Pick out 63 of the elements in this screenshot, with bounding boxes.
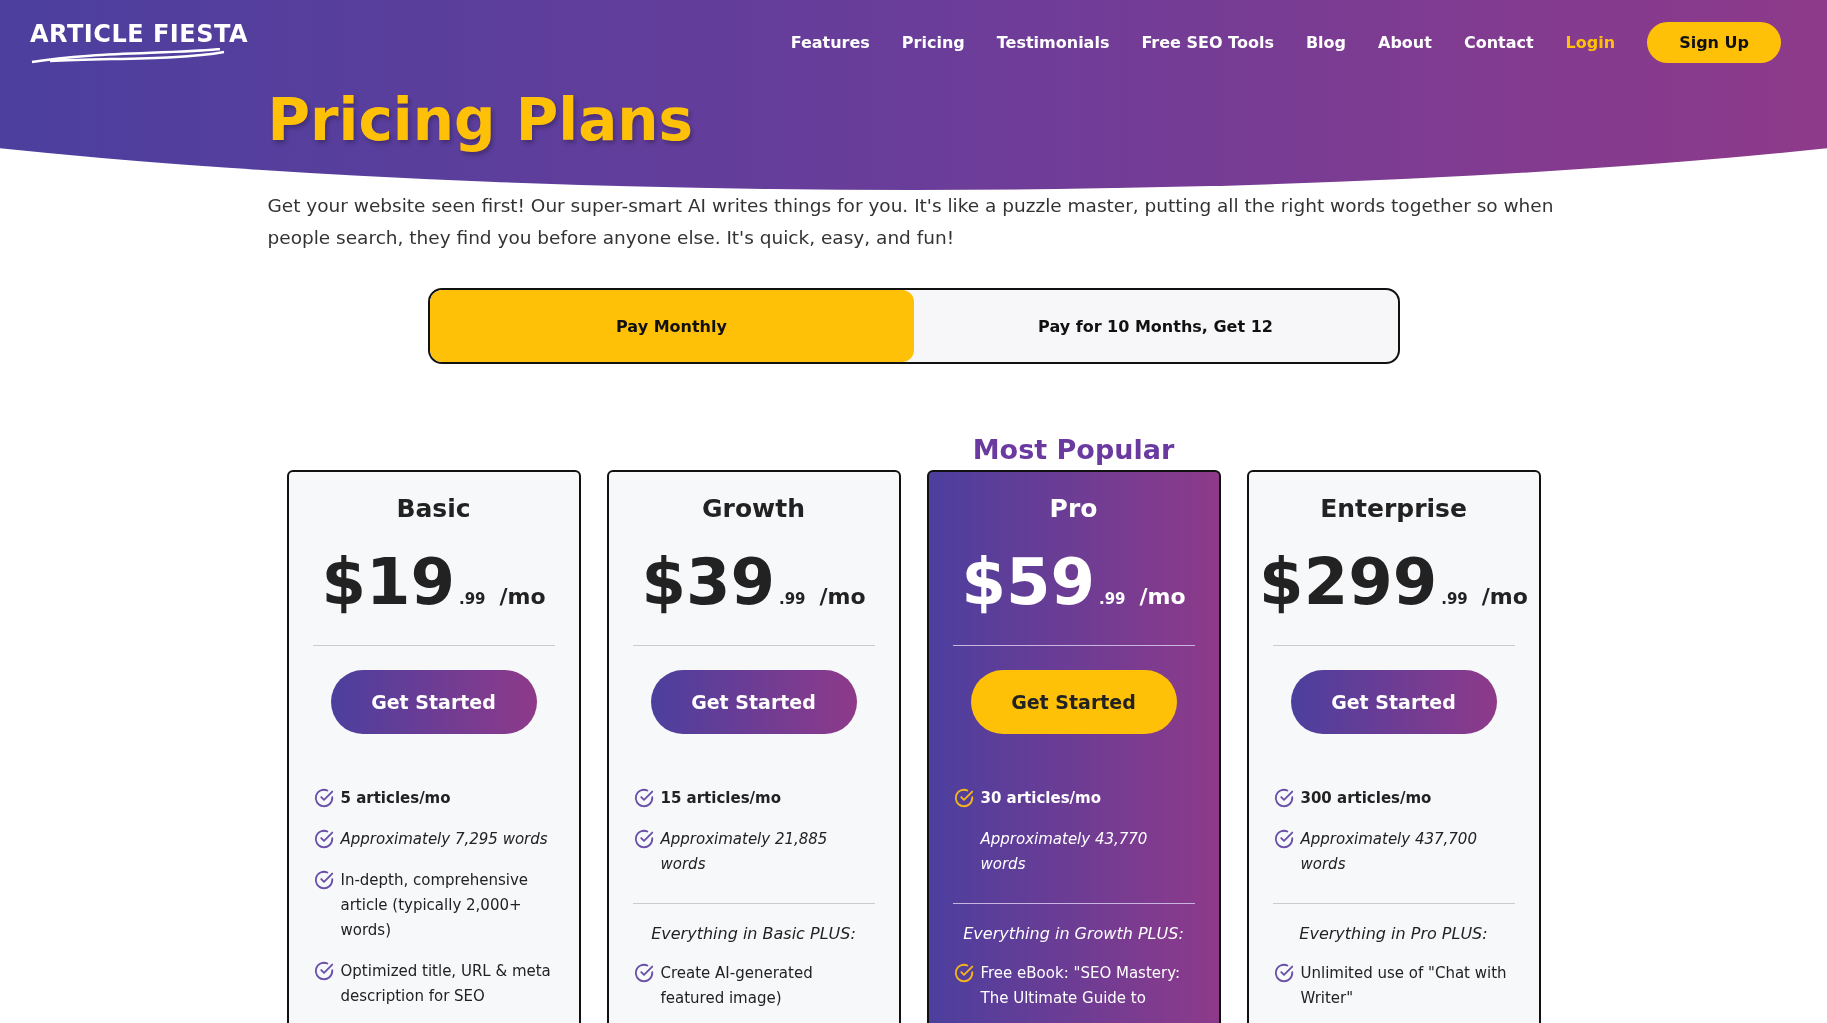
price-cents: .99: [1098, 590, 1126, 608]
feature-text: Unlimited use of "Chat with Writer": [1300, 963, 1508, 1009]
get-started-button[interactable]: Get Started: [970, 670, 1177, 734]
billing-tab[interactable]: Pay for 10 Months, Get 12: [913, 290, 1398, 362]
check-icon: [312, 869, 335, 891]
logo[interactable]: ARTICLE FIESTA: [30, 20, 249, 64]
feature-text: Free eBook: "SEO Mastery: The Ultimate Guide to: [980, 963, 1182, 1009]
price-period: /mo: [1139, 584, 1186, 609]
plan-name: Basic: [395, 494, 472, 523]
price: $299: [1259, 545, 1438, 619]
price-period: /mo: [819, 584, 866, 609]
feature-text: Approximately 437,700 words: [1300, 829, 1478, 875]
price-cents: .99: [1441, 590, 1468, 608]
nav-link[interactable]: Contact: [1463, 32, 1534, 52]
get-started-button[interactable]: Get Started: [1290, 670, 1497, 734]
check-icon: [952, 787, 975, 809]
intro-paragraph: Get your website seen first! Our super-smart AI writes things for you. It's like a puzzle master, putting all the right words together so when people search, they find you before anyone else. It's quick, easy, and fun!: [267, 194, 1555, 250]
feature-text: In-depth, comprehensive article (typically 2,000+ words): [340, 870, 529, 941]
popular-label: Most Popular: [972, 434, 1175, 465]
feature-text: Approximately 7,295 words: [340, 829, 548, 850]
feature-text: 30 articles/mo: [980, 788, 1101, 809]
price-cents: .99: [778, 590, 806, 608]
plus-label: Everything in Basic PLUS:: [650, 924, 857, 943]
check-icon: [632, 962, 655, 984]
plan-name: Enterprise: [1319, 494, 1468, 523]
price-cents: .99: [458, 590, 486, 608]
feature-text: 5 articles/mo: [340, 788, 451, 809]
nav-link[interactable]: Free SEO Tools: [1141, 32, 1274, 52]
feature-text: 300 articles/mo: [1300, 788, 1432, 809]
price: $19: [321, 545, 455, 619]
nav-link[interactable]: Testimonials: [996, 32, 1110, 52]
feature-text: Optimized title, URL & meta description for SEO: [340, 961, 552, 1007]
price: $39: [641, 545, 775, 619]
plus-label: Everything in Growth PLUS:: [962, 924, 1185, 943]
nav-link[interactable]: About: [1378, 32, 1432, 52]
plan-name: Pro: [1048, 494, 1099, 523]
feature-text: Approximately 21,885 words: [660, 829, 829, 875]
login-link[interactable]: Login: [1565, 32, 1616, 52]
nav-link[interactable]: Pricing: [901, 32, 965, 52]
check-icon: [312, 828, 335, 850]
price-period: /mo: [499, 584, 546, 609]
check-icon: [312, 787, 335, 809]
sign-up-button[interactable]: Sign Up: [1647, 21, 1781, 63]
get-started-button[interactable]: Get Started: [330, 670, 537, 734]
check-icon: [1272, 787, 1295, 809]
check-icon: [952, 962, 975, 984]
price-period: /mo: [1481, 584, 1528, 609]
nav-link[interactable]: Features: [790, 32, 870, 52]
plus-label: Everything in Pro PLUS:: [1298, 924, 1489, 943]
feature-text: Approximately 43,770 words: [980, 829, 1149, 875]
feature-text: 15 articles/mo: [660, 788, 781, 809]
page-title: Pricing Plans: [267, 86, 695, 154]
billing-tab[interactable]: Pay Monthly: [429, 290, 914, 362]
check-icon: [632, 828, 655, 850]
price: $59: [961, 545, 1095, 619]
check-icon: [312, 960, 335, 982]
feature-text: Create AI-generated featured image): [660, 963, 814, 1009]
check-icon: [1272, 828, 1295, 850]
check-icon: [632, 787, 655, 809]
nav-link[interactable]: Blog: [1305, 32, 1347, 52]
check-icon: [1272, 962, 1295, 984]
plan-name: Growth: [701, 494, 806, 523]
get-started-button[interactable]: Get Started: [650, 670, 857, 734]
